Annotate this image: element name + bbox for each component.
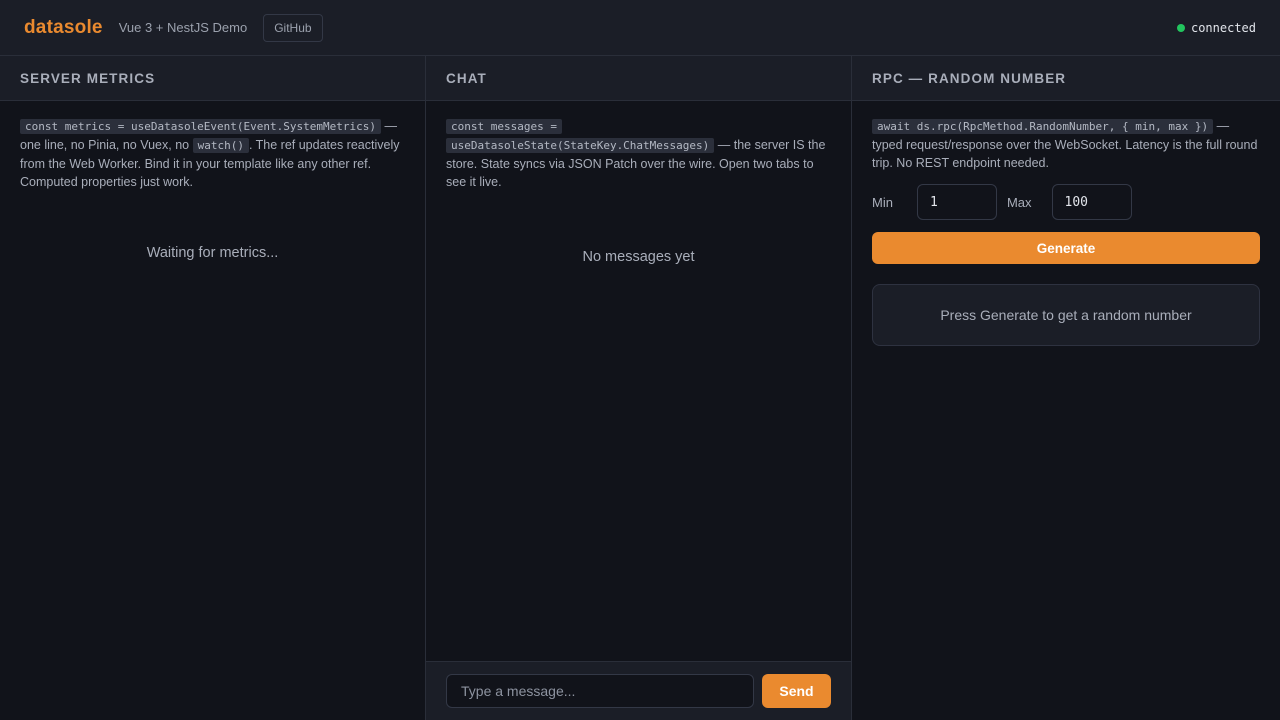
connection-status: connected	[1176, 20, 1256, 35]
metrics-description: const metrics = useDatasoleEvent(Event.S…	[0, 101, 425, 191]
rpc-range-row: Min Max	[852, 184, 1280, 220]
app-subtitle: Vue 3 + NestJS Demo	[118, 20, 248, 35]
status-dot-icon	[1176, 23, 1185, 32]
rpc-result-box: Press Generate to get a random number	[872, 284, 1260, 346]
watch-code-snippet: watch()	[192, 138, 249, 153]
chat-message-input[interactable]	[446, 674, 754, 708]
rpc-panel: RPC — RANDOM NUMBER await ds.rpc(RpcMeth…	[852, 56, 1280, 720]
panels: SERVER METRICS const metrics = useDataso…	[0, 56, 1280, 720]
max-input[interactable]	[1051, 184, 1132, 220]
min-input[interactable]	[916, 184, 997, 220]
chat-empty-text: No messages yet	[582, 249, 695, 265]
chat-title: CHAT	[426, 56, 851, 101]
chat-compose-bar: Send	[426, 661, 851, 720]
chat-code-snippet-1: const messages =	[446, 119, 562, 134]
chat-panel: CHAT const messages = useDatasoleState(St…	[426, 56, 852, 720]
generate-button[interactable]: Generate	[872, 232, 1260, 264]
send-button[interactable]: Send	[762, 674, 831, 708]
chat-code-snippet-2: useDatasoleState(StateKey.ChatMessages)	[446, 138, 715, 153]
rpc-description: await ds.rpc(RpcMethod.RandomNumber, { m…	[852, 101, 1280, 172]
metrics-title: SERVER METRICS	[0, 56, 425, 101]
metrics-code-snippet: const metrics = useDatasoleEvent(Event.S…	[20, 119, 381, 134]
metrics-panel: SERVER METRICS const metrics = useDataso…	[0, 56, 426, 720]
metrics-waiting-text: Waiting for metrics...	[146, 245, 279, 261]
rpc-code-snippet: await ds.rpc(RpcMethod.RandomNumber, { m…	[872, 119, 1214, 134]
github-link[interactable]: GitHub	[263, 13, 323, 42]
brand-logo[interactable]: datasole	[24, 17, 103, 39]
min-label: Min	[872, 194, 893, 210]
status-text: connected	[1190, 20, 1256, 35]
max-label: Max	[1006, 194, 1032, 210]
chat-description: const messages = useDatasoleState(StateKe…	[426, 101, 851, 191]
app-header: datasole Vue 3 + NestJS Demo GitHub conn…	[0, 0, 1280, 56]
rpc-title: RPC — RANDOM NUMBER	[852, 56, 1280, 101]
rpc-result-placeholder: Press Generate to get a random number	[940, 307, 1192, 323]
